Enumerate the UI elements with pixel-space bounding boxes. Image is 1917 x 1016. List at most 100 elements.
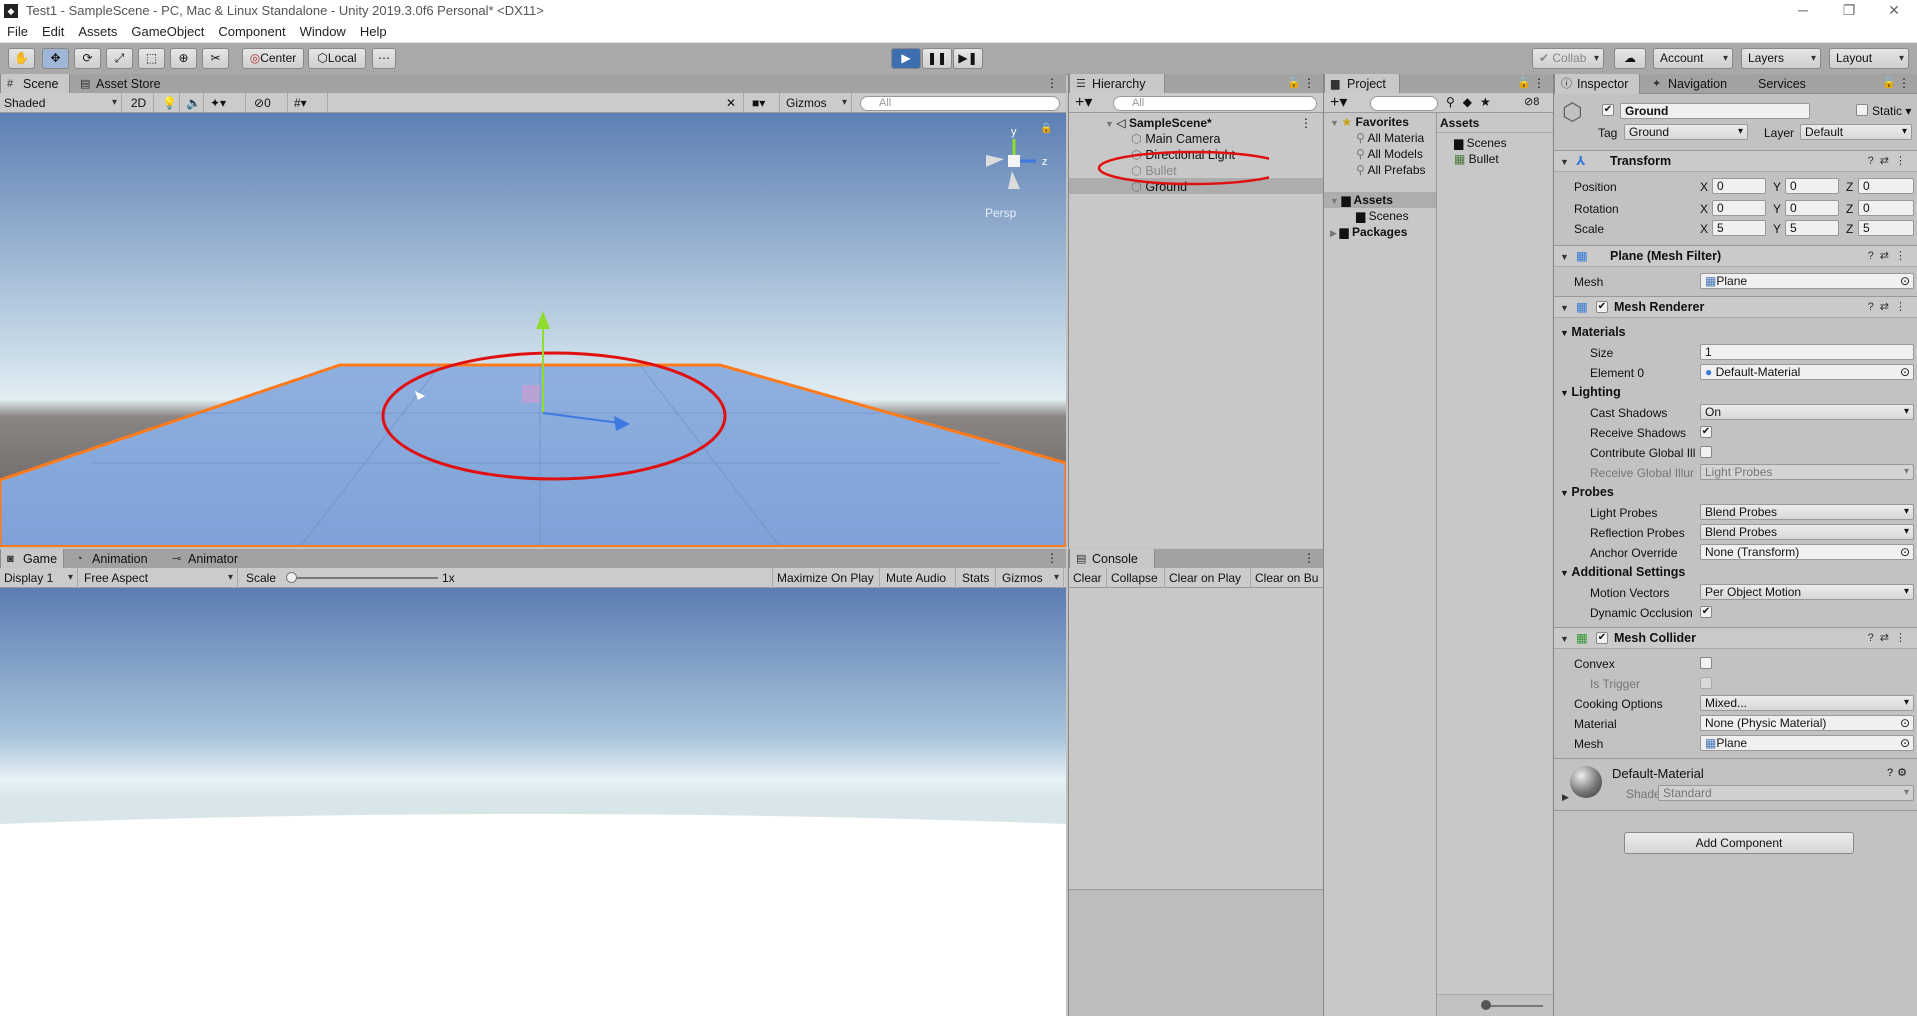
play-button[interactable]: ▶ (891, 48, 921, 69)
object-name-field[interactable]: Ground (1620, 103, 1810, 119)
display-dropdown[interactable]: Display 1 (0, 568, 78, 588)
game-viewport[interactable] (0, 588, 1066, 1016)
restore-icon[interactable]: ❐ (1826, 0, 1872, 21)
mode-2d-button[interactable]: 2D (124, 93, 154, 113)
account-dropdown[interactable]: Account (1653, 48, 1733, 69)
scenes-folder-row[interactable]: ▆ Scenes (1356, 208, 1409, 224)
grid-toggle-icon[interactable]: #▾ (290, 93, 328, 113)
scale-tool-icon[interactable]: ⤢ (106, 48, 133, 69)
camera-icon[interactable]: ■▾ (748, 93, 780, 113)
step-button[interactable]: ▶❚ (953, 48, 983, 69)
cooking-options-dropdown[interactable]: Mixed... (1700, 695, 1914, 711)
materials-size-field[interactable]: 1 (1700, 344, 1914, 360)
custom-tool-icon[interactable]: ✂ (202, 48, 229, 69)
rotation-y-field[interactable]: 0 (1785, 200, 1839, 216)
convex-checkbox[interactable] (1700, 657, 1712, 669)
object-picker-icon[interactable]: ⊙ (1900, 736, 1910, 750)
dynamic-occlusion-checkbox[interactable]: ✔ (1700, 606, 1712, 618)
minimize-icon[interactable]: ─ (1780, 0, 1826, 21)
position-z-field[interactable]: 0 (1858, 178, 1914, 194)
tab-game[interactable]: ◙ Game (0, 549, 64, 569)
console-clear-on-build-button[interactable]: Clear on Bu (1251, 568, 1323, 588)
object-picker-icon[interactable]: ⊙ (1900, 545, 1910, 559)
component-header-icons[interactable]: ?⇄⋮ (1868, 246, 1912, 266)
receive-gi-dropdown[interactable]: Light Probes (1700, 464, 1914, 480)
audio-toggle-icon[interactable]: 🔈 (182, 93, 204, 113)
lock-icon[interactable]: 🔒 (1882, 76, 1896, 89)
lighting-foldout[interactable]: ▼ Lighting (1560, 385, 1621, 399)
materials-foldout[interactable]: ▼ Materials (1560, 325, 1626, 339)
maximize-on-play-button[interactable]: Maximize On Play (772, 568, 880, 588)
console-clear-on-play-button[interactable]: Clear on Play (1165, 568, 1251, 588)
pause-button[interactable]: ❚❚ (922, 48, 952, 69)
favorite-all-prefabs[interactable]: ⚲ All Prefabs (1356, 162, 1426, 178)
collider-material-field[interactable]: None (Physic Material) ⊙ (1700, 715, 1914, 731)
scale-slider-track[interactable] (290, 577, 438, 579)
stats-button[interactable]: Stats (958, 568, 996, 588)
gameobject-cube-icon[interactable]: ⬡ (1562, 100, 1588, 126)
filter-icons[interactable]: ⚲◆★ (1446, 95, 1499, 109)
panel-menu-icon[interactable]: ⋮ (1898, 76, 1910, 90)
pivot-center-button[interactable]: ◎Center (242, 48, 304, 69)
contribute-gi-checkbox[interactable] (1700, 446, 1712, 458)
move-tool-icon[interactable]: ✥ (42, 48, 69, 69)
aspect-dropdown[interactable]: Free Aspect (80, 568, 238, 588)
scene-search-input[interactable]: All (860, 96, 1060, 111)
cast-shadows-dropdown[interactable]: On (1700, 404, 1914, 420)
hidden-packages-toggle[interactable]: ⊘8 (1524, 95, 1539, 108)
asset-item-scenes[interactable]: ▆ Scenes (1454, 135, 1507, 151)
anchor-override-field[interactable]: None (Transform) ⊙ (1700, 544, 1914, 560)
menu-gameobject[interactable]: GameObject (124, 24, 211, 39)
component-header-icons[interactable]: ?⇄⋮ (1868, 628, 1912, 648)
scale-slider-handle[interactable] (286, 572, 297, 583)
console-collapse-button[interactable]: Collapse (1107, 568, 1165, 588)
mute-audio-button[interactable]: Mute Audio (882, 568, 956, 588)
favorite-all-models[interactable]: ⚲ All Models (1356, 146, 1423, 162)
transform-tool-icon[interactable]: ⊕ (170, 48, 197, 69)
mesh-filter-mesh-field[interactable]: ▦Plane ⊙ (1700, 273, 1914, 289)
hand-tool-icon[interactable]: ✋ (8, 48, 35, 69)
scene-viewport[interactable]: y z Persp 🔒 (0, 113, 1066, 547)
game-gizmos-dropdown[interactable]: Gizmos (998, 568, 1064, 588)
rotate-tool-icon[interactable]: ⟳ (74, 48, 101, 69)
icon-size-slider-track[interactable] (1487, 1005, 1543, 1007)
tab-animation[interactable]: ◔ Animation (70, 549, 160, 569)
scale-x-field[interactable]: 5 (1712, 220, 1766, 236)
menu-edit[interactable]: Edit (35, 24, 71, 39)
component-header-icons[interactable]: ?⇄⋮ (1868, 151, 1912, 171)
mesh-renderer-enabled-checkbox[interactable]: ✔ (1596, 301, 1608, 313)
mesh-collider-enabled-checkbox[interactable]: ✔ (1596, 632, 1608, 644)
object-picker-icon[interactable]: ⊙ (1900, 274, 1910, 288)
shading-mode-dropdown[interactable]: Shaded (0, 93, 122, 113)
tab-console[interactable]: ▤ Console (1069, 549, 1155, 569)
component-header-icons[interactable]: ?⇄⋮ (1868, 297, 1912, 317)
favorite-all-materials[interactable]: ⚲ All Materia (1356, 130, 1424, 146)
mesh-filter-header[interactable]: ▼ ▦ Plane (Mesh Filter) ?⇄⋮ (1554, 245, 1917, 267)
receive-shadows-checkbox[interactable]: ✔ (1700, 426, 1712, 438)
material-foldout-icon[interactable]: ▶ (1562, 792, 1569, 803)
tools-icon[interactable]: ✕ (722, 93, 744, 113)
panel-menu-icon[interactable]: ⋮ (1046, 76, 1058, 90)
light-probes-dropdown[interactable]: Blend Probes (1700, 504, 1914, 520)
lighting-toggle-icon[interactable]: 💡 (158, 93, 180, 113)
rotation-z-field[interactable]: 0 (1858, 200, 1914, 216)
element0-field[interactable]: ● Default-Material ⊙ (1700, 364, 1914, 380)
position-y-field[interactable]: 0 (1785, 178, 1839, 194)
motion-vectors-dropdown[interactable]: Per Object Motion (1700, 584, 1914, 600)
additional-settings-foldout[interactable]: ▼ Additional Settings (1560, 565, 1685, 579)
icon-size-slider-handle[interactable] (1481, 1000, 1491, 1010)
hierarchy-scene-row[interactable]: ▼ ◁ SampleScene* (1105, 115, 1212, 132)
asset-item-bullet[interactable]: ▦ Bullet (1454, 151, 1499, 167)
is-trigger-checkbox[interactable] (1700, 677, 1712, 689)
tab-services[interactable]: Services (1750, 74, 1830, 94)
panel-menu-icon[interactable]: ⋮ (1046, 551, 1058, 565)
rect-tool-icon[interactable]: ⬚ (138, 48, 165, 69)
panel-menu-icon[interactable]: ⋮ (1303, 76, 1315, 90)
material-header-icons[interactable]: ?⚙ (1887, 766, 1911, 779)
tab-asset-store[interactable]: ▤ Asset Store (74, 74, 174, 94)
pivot-local-button[interactable]: ⬡Local (308, 48, 366, 69)
project-breadcrumb[interactable]: Assets (1440, 115, 1479, 131)
scale-z-field[interactable]: 5 (1858, 220, 1914, 236)
static-dropdown[interactable]: Static ▾ (1872, 103, 1911, 119)
position-x-field[interactable]: 0 (1712, 178, 1766, 194)
